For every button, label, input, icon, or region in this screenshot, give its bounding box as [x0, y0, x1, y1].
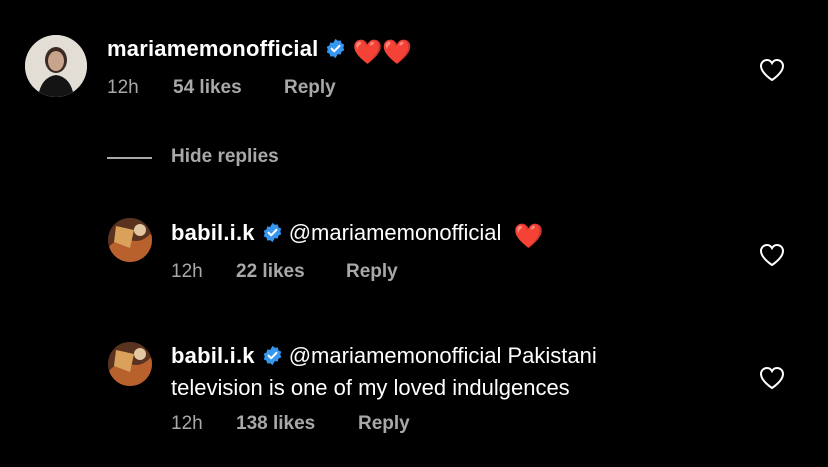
- reply-time: 12h: [171, 413, 203, 434]
- reply-text: Pakistani: [501, 343, 597, 368]
- reply-button[interactable]: Reply: [358, 413, 410, 435]
- mention-link[interactable]: @mariamemonofficial: [289, 220, 502, 245]
- reply-button[interactable]: Reply: [284, 77, 336, 99]
- reply-time: 12h: [171, 261, 203, 282]
- reply-text: ❤️: [513, 223, 544, 250]
- heart-outline-icon[interactable]: [759, 58, 785, 82]
- comment-header: mariamemonofficial ❤️❤️: [107, 34, 412, 67]
- divider: [107, 157, 152, 159]
- heart-outline-icon[interactable]: [759, 366, 785, 390]
- avatar[interactable]: [108, 218, 152, 262]
- comment-username[interactable]: mariamemonofficial: [107, 36, 318, 61]
- reply-button[interactable]: Reply: [346, 261, 398, 283]
- reply-meta: 12h 138 likes Reply: [171, 413, 471, 437]
- avatar[interactable]: [108, 342, 152, 386]
- reply-meta: 12h 22 likes Reply: [171, 261, 471, 285]
- heart-outline-icon[interactable]: [759, 243, 785, 267]
- reply-username[interactable]: babil.i.k: [171, 220, 255, 245]
- reply-likes[interactable]: 138 likes: [236, 413, 315, 435]
- reply-likes[interactable]: 22 likes: [236, 261, 305, 283]
- verified-badge-icon: [325, 37, 346, 66]
- comment-meta: 12h 54 likes Reply: [107, 77, 407, 101]
- mention-link[interactable]: @mariamemonofficial: [289, 343, 502, 368]
- reply-text-block: babil.i.k @mariamemonofficial Pakistani t…: [171, 341, 731, 402]
- hide-replies-button[interactable]: Hide replies: [171, 146, 279, 168]
- verified-badge-icon: [262, 344, 283, 373]
- verified-badge-icon: [262, 221, 283, 250]
- reply-text-line: television is one of my loved indulgence…: [171, 375, 570, 400]
- comment-text: ❤️❤️: [352, 39, 413, 66]
- comment-time: 12h: [107, 77, 139, 98]
- reply-username[interactable]: babil.i.k: [171, 343, 255, 368]
- reply-header: babil.i.k @mariamemonofficial ❤️: [171, 218, 543, 251]
- comment-likes[interactable]: 54 likes: [173, 77, 242, 99]
- avatar[interactable]: [25, 35, 87, 97]
